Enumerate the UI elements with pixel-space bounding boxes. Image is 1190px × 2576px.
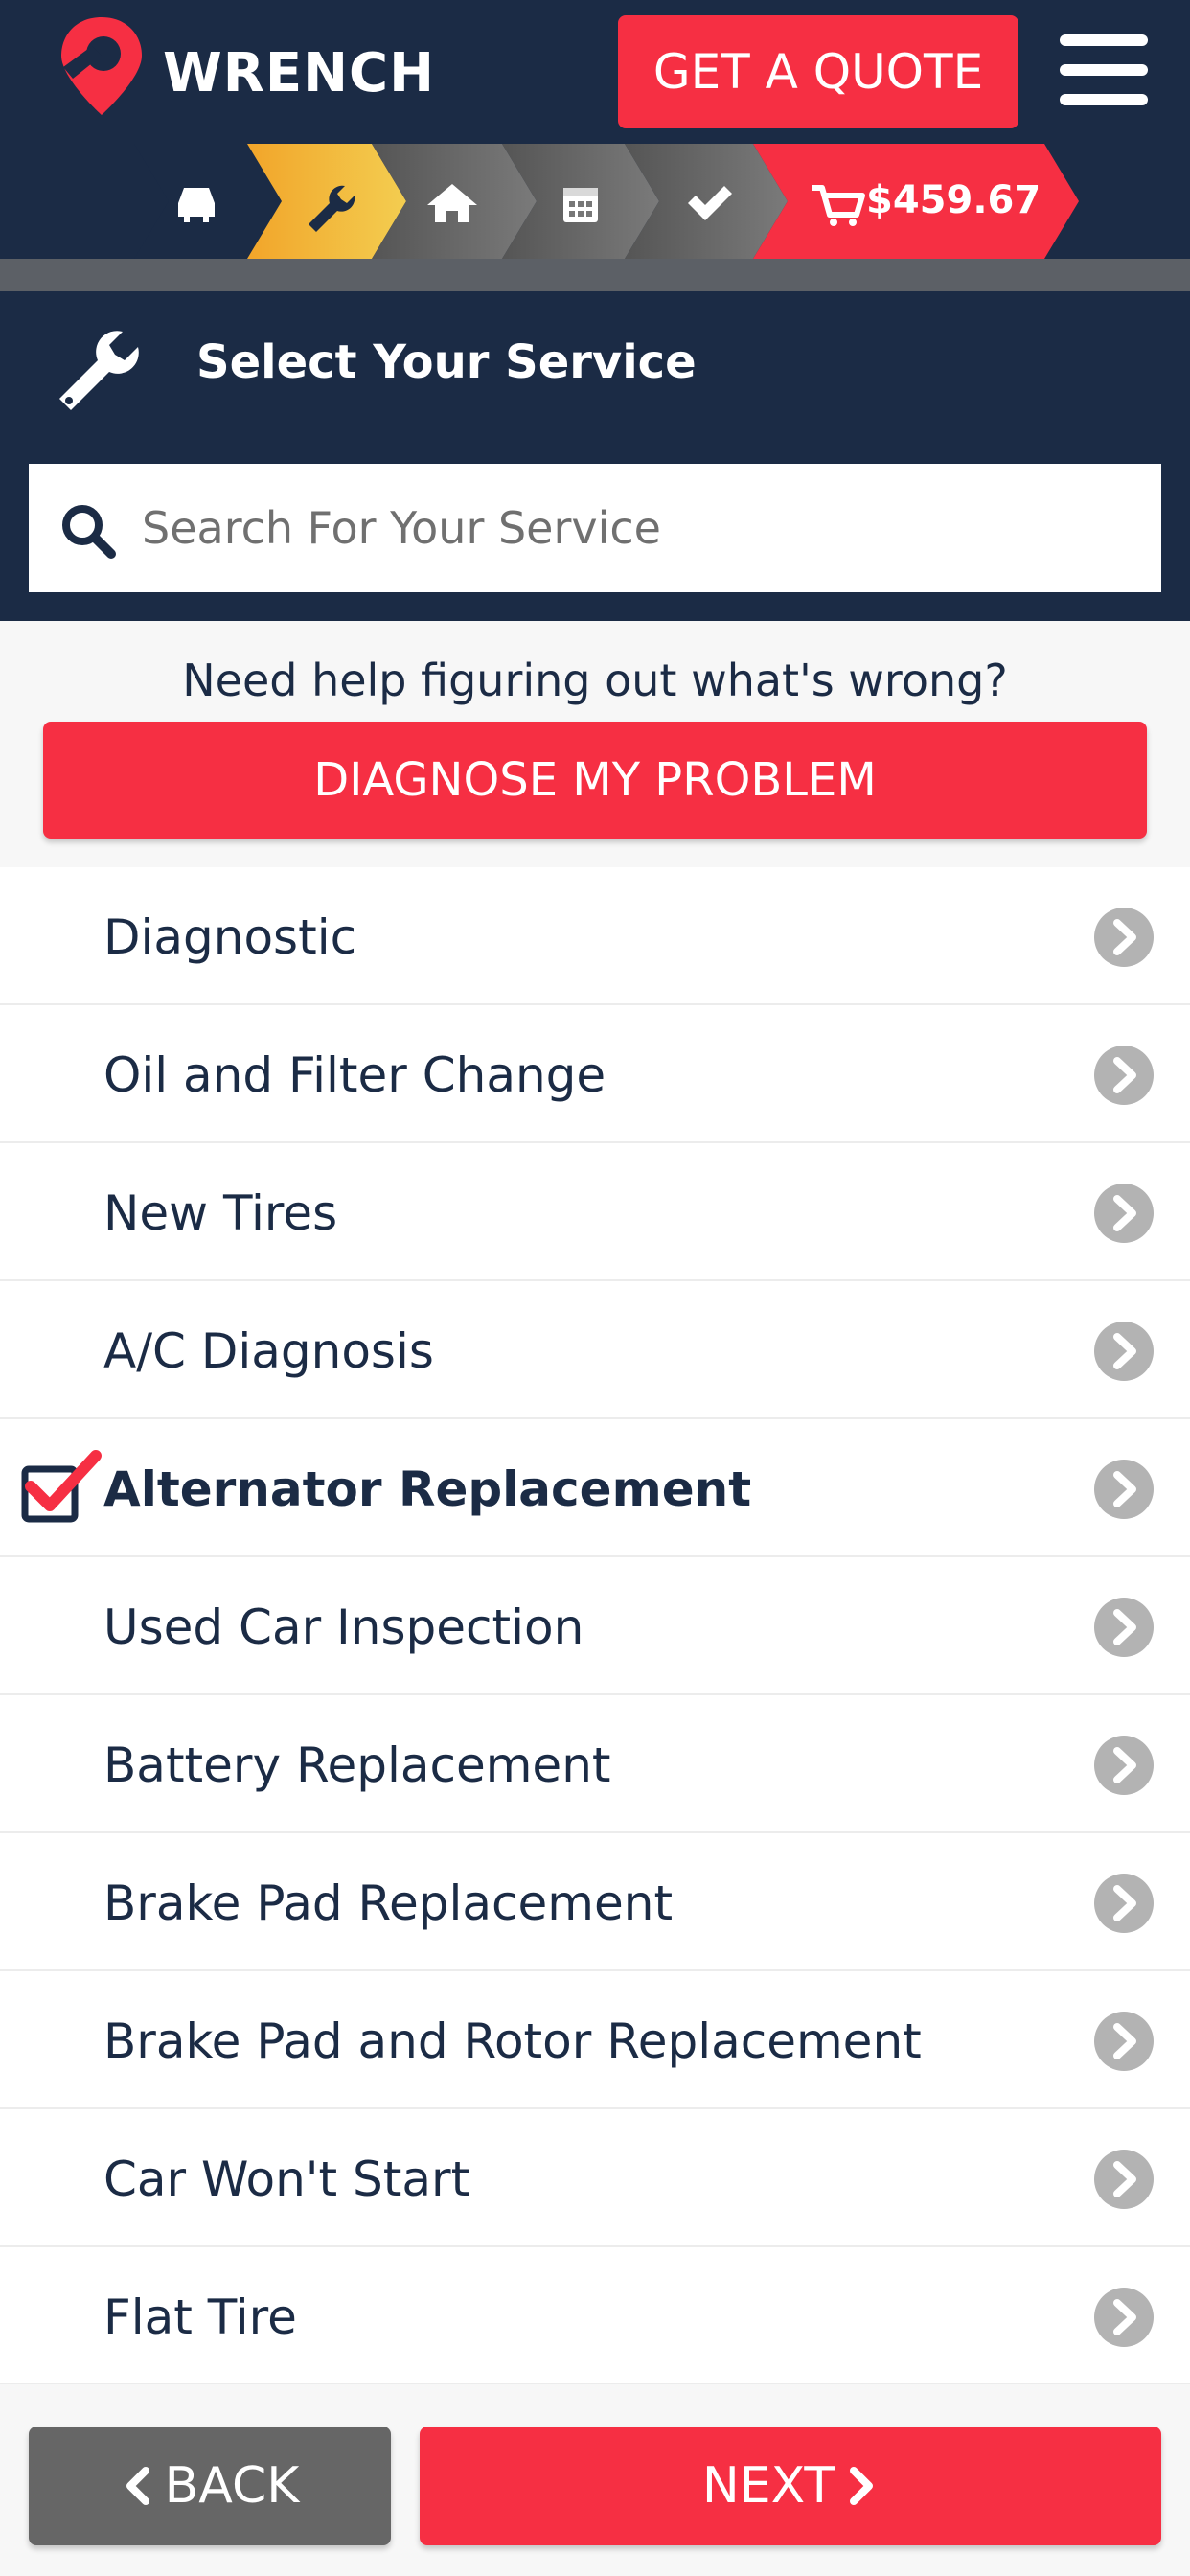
chevron-right-icon xyxy=(1094,1874,1154,1933)
service-item-label: Used Car Inspection xyxy=(103,1599,584,1655)
back-button-label: BACK xyxy=(164,2457,300,2515)
chevron-right-icon xyxy=(1094,1598,1154,1657)
checkbox-checked-icon[interactable] xyxy=(19,1448,102,1525)
diagnose-my-problem-button[interactable]: DIAGNOSE MY PROBLEM xyxy=(43,722,1147,839)
service-item-used-car-inspection[interactable]: Used Car Inspection xyxy=(0,1557,1190,1695)
top-navbar: WRENCH GET A QUOTE xyxy=(0,0,1190,144)
service-item-label: A/C Diagnosis xyxy=(103,1323,434,1379)
service-item-brake-pad-replacement[interactable]: Brake Pad Replacement xyxy=(0,1833,1190,1971)
wrench-pin-logo-icon[interactable] xyxy=(54,13,149,119)
back-button[interactable]: BACK xyxy=(29,2426,391,2545)
booking-progress-bar: $459.67 xyxy=(0,144,1190,259)
service-search-input[interactable]: Search For Your Service xyxy=(29,464,1161,592)
service-item-flat-tire[interactable]: Flat Tire xyxy=(0,2247,1190,2385)
next-button-label: NEXT xyxy=(701,2457,835,2515)
service-item-ac-diagnosis[interactable]: A/C Diagnosis xyxy=(0,1281,1190,1419)
cart-total[interactable]: $459.67 xyxy=(866,178,1041,222)
search-placeholder: Search For Your Service xyxy=(142,502,661,554)
calendar-icon xyxy=(563,188,598,222)
service-item-label: Car Won't Start xyxy=(103,2151,470,2207)
chevron-right-icon xyxy=(1094,2012,1154,2071)
service-item-label: Brake Pad and Rotor Replacement xyxy=(103,2013,922,2069)
chevron-right-icon xyxy=(1094,1460,1154,1519)
next-button[interactable]: NEXT xyxy=(420,2426,1161,2545)
service-item-car-wont-start[interactable]: Car Won't Start xyxy=(0,2109,1190,2247)
chevron-left-icon xyxy=(126,2467,149,2505)
service-item-battery-replacement[interactable]: Battery Replacement xyxy=(0,1695,1190,1833)
get-a-quote-button[interactable]: GET A QUOTE xyxy=(618,15,1018,128)
chevron-right-icon xyxy=(1094,2150,1154,2209)
service-item-new-tires[interactable]: New Tires xyxy=(0,1143,1190,1281)
service-item-label: Flat Tire xyxy=(103,2289,297,2345)
service-item-label: Diagnostic xyxy=(103,909,357,965)
service-item-label: Alternator Replacement xyxy=(103,1461,752,1517)
search-icon xyxy=(62,505,116,559)
chevron-right-icon xyxy=(1094,1184,1154,1243)
chevron-right-icon xyxy=(1094,1046,1154,1105)
chevron-right-icon xyxy=(1094,1736,1154,1795)
help-prompt: Need help figuring out what's wrong? xyxy=(182,655,1008,706)
service-item-brake-pad-rotor-replacement[interactable]: Brake Pad and Rotor Replacement xyxy=(0,1971,1190,2109)
chevron-right-icon xyxy=(1094,1322,1154,1381)
chevron-right-icon xyxy=(850,2467,874,2505)
service-list: Diagnostic Oil and Filter Change New Tir… xyxy=(0,867,1190,2385)
wrench-icon xyxy=(59,331,139,410)
hamburger-menu-icon[interactable] xyxy=(1060,34,1148,105)
service-item-label: Battery Replacement xyxy=(103,1737,611,1793)
service-item-alternator-replacement[interactable]: Alternator Replacement xyxy=(0,1419,1190,1557)
chevron-right-icon xyxy=(1094,2288,1154,2347)
service-item-label: Brake Pad Replacement xyxy=(103,1875,674,1931)
service-search-panel: Select Your Service Search For Your Serv… xyxy=(0,291,1190,621)
brand-name[interactable]: WRENCH xyxy=(163,42,435,104)
service-item-label: New Tires xyxy=(103,1185,338,1241)
service-item-label: Oil and Filter Change xyxy=(103,1047,606,1103)
header-divider xyxy=(0,259,1190,291)
chevron-right-icon xyxy=(1094,908,1154,967)
service-item-diagnostic[interactable]: Diagnostic xyxy=(0,867,1190,1005)
service-item-oil-filter-change[interactable]: Oil and Filter Change xyxy=(0,1005,1190,1143)
panel-title: Select Your Service xyxy=(196,335,697,389)
footer-nav: BACK NEXT xyxy=(0,2384,1190,2576)
